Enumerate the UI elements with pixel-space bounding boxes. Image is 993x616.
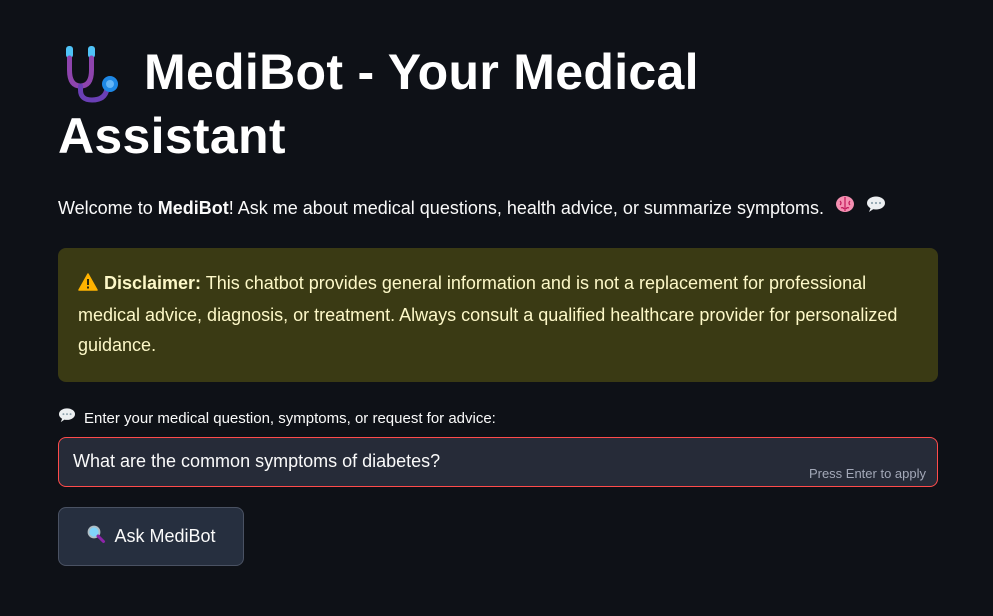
title-line-1: MediBot - Your Medical <box>144 44 699 100</box>
speech-bubble-icon <box>58 407 76 430</box>
magnifier-icon <box>86 524 106 549</box>
title-line-2: Assistant <box>58 108 286 164</box>
page-title: MediBot - Your Medical Assistant <box>58 40 938 168</box>
disclaimer-label: Disclaimer: <box>104 273 202 294</box>
stethoscope-icon <box>58 40 128 104</box>
welcome-prefix: Welcome to <box>58 198 158 218</box>
ask-medibot-button-label: Ask MediBot <box>114 526 216 547</box>
ask-medibot-button[interactable]: Ask MediBot <box>58 507 244 567</box>
warning-icon <box>78 270 98 300</box>
question-input-container[interactable]: Press Enter to apply <box>58 437 938 488</box>
main-container: MediBot - Your Medical Assistant Welcome… <box>58 40 938 567</box>
welcome-suffix: ! Ask me about medical questions, health… <box>228 198 824 218</box>
brain-icon <box>835 195 855 223</box>
welcome-text: Welcome to MediBot! Ask me about medical… <box>58 194 938 223</box>
welcome-bot-name: MediBot <box>157 198 229 218</box>
question-input-label: Enter your medical question, symptoms, o… <box>58 407 938 430</box>
disclaimer-box: Disclaimer: This chatbot provides genera… <box>58 248 938 383</box>
speech-bubble-icon <box>866 195 886 223</box>
disclaimer-text: This chatbot provides general informatio… <box>78 273 898 356</box>
question-input[interactable] <box>59 438 937 487</box>
question-input-label-text: Enter your medical question, symptoms, o… <box>84 409 496 427</box>
press-enter-hint: Press Enter to apply <box>808 466 926 482</box>
